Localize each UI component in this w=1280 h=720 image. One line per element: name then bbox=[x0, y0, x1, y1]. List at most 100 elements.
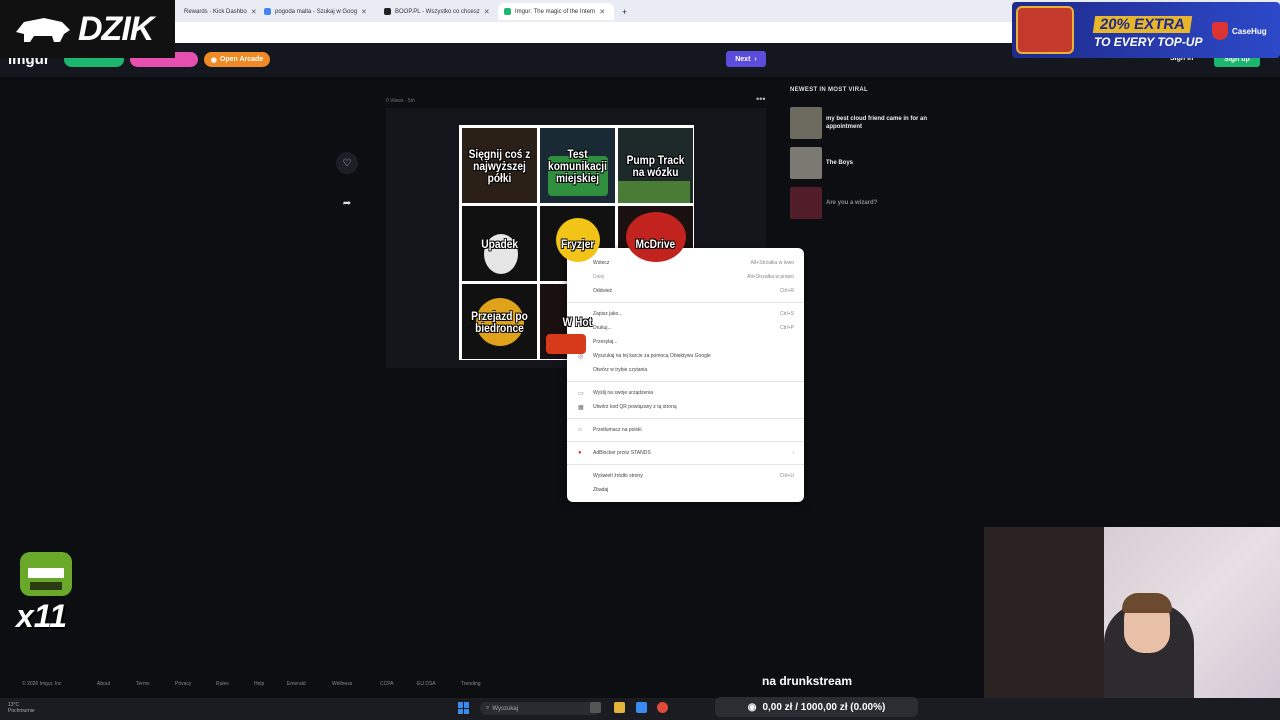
new-tab-button[interactable]: + bbox=[616, 3, 630, 20]
gamepad-icon: ◉ bbox=[210, 56, 217, 64]
menu-item-back[interactable]: Wstecz Alt+Strzałka w lewo bbox=[567, 256, 804, 270]
menu-item-print[interactable]: Drukuj... Ctrl+P bbox=[567, 321, 804, 335]
stream-label: na drunkstream bbox=[762, 674, 853, 688]
menu-label: Zbadaj bbox=[593, 487, 609, 493]
cell-caption: Sięgnij coś z najwyższej półki bbox=[468, 146, 531, 185]
close-icon[interactable]: ✕ bbox=[484, 8, 490, 16]
webcam-shelf bbox=[984, 527, 1104, 720]
menu-item-forward[interactable]: Dalej Alt+Strzałka w prawo bbox=[567, 270, 804, 284]
sidebar-post-title: my best cloud friend came in for an appo… bbox=[826, 116, 928, 130]
tab-imgur[interactable]: Imgur: The magic of the Intern ✕ bbox=[498, 3, 614, 20]
menu-item-adblocker[interactable]: ● AdBlocker przez STANDS › bbox=[567, 446, 804, 460]
tab-boop[interactable]: BOOP.PL - Wszystko co chcesz ✕ bbox=[378, 3, 496, 20]
footer-link-emerald[interactable]: Emerald bbox=[287, 681, 306, 687]
menu-label: Odśwież bbox=[593, 288, 613, 294]
menu-label: Otwórz w trybie czytania bbox=[593, 367, 648, 373]
menu-divider bbox=[567, 441, 804, 442]
open-arcade-label: Open Arcade bbox=[219, 56, 264, 63]
menu-label: Wyszukaj na tej karcie za pomocą Obiekty… bbox=[593, 353, 711, 359]
imgur-icon bbox=[504, 8, 511, 15]
sidebar-title: NEWEST IN MOST VIRAL bbox=[790, 87, 868, 93]
favorite-button[interactable]: ♡ bbox=[336, 152, 358, 174]
menu-label: Drukuj... bbox=[593, 325, 612, 331]
open-arcade-button[interactable]: ◉ Open Arcade bbox=[204, 52, 270, 67]
menu-item-reload[interactable]: Odśwież Ctrl+R bbox=[567, 284, 804, 298]
tab-label: pogoda malta - Szukaj w Goog bbox=[275, 8, 358, 15]
boop-icon bbox=[384, 8, 391, 15]
translate-icon: ⌂ bbox=[578, 427, 582, 433]
close-icon[interactable]: ✕ bbox=[599, 8, 605, 16]
taskbar-search[interactable]: ⌕ Wyszukaj bbox=[480, 702, 600, 715]
image-cell: Test komunikacji miejskiej bbox=[540, 128, 615, 203]
sidebar-post-title: Are you a wizard? bbox=[826, 200, 878, 206]
footer-link-trending[interactable]: Trending bbox=[461, 681, 481, 687]
menu-shortcut: Ctrl+R bbox=[779, 288, 794, 294]
image-cell: Sięgnij coś z najwyższej półki bbox=[462, 128, 537, 203]
menu-item-cast[interactable]: Przesyłaj... bbox=[567, 335, 804, 349]
post-thumbnail bbox=[790, 147, 822, 179]
close-icon[interactable]: ✕ bbox=[251, 8, 257, 16]
share-button[interactable]: ➦ bbox=[336, 192, 358, 214]
sidebar-post[interactable]: The Boys bbox=[790, 147, 940, 179]
ad-brand-label: CaseHug bbox=[1232, 26, 1267, 36]
next-button[interactable]: Next › bbox=[726, 51, 766, 67]
close-icon[interactable]: ✕ bbox=[361, 8, 367, 16]
menu-item-send-to-devices[interactable]: ▭ Wyślij na swoje urządzenia bbox=[567, 386, 804, 400]
menu-shortcut: Ctrl+U bbox=[779, 473, 794, 479]
menu-divider bbox=[567, 464, 804, 465]
tab-google[interactable]: pogoda malta - Szukaj w Goog ✕ bbox=[258, 3, 376, 20]
chrome-icon[interactable] bbox=[657, 702, 668, 713]
tab-kick[interactable]: Rewards · Kick Dashbo ✕ bbox=[178, 3, 258, 20]
file-explorer-icon[interactable] bbox=[614, 702, 625, 713]
image-cell: Upadek bbox=[462, 206, 537, 281]
menu-item-inspect[interactable]: Zbadaj bbox=[567, 483, 804, 497]
footer-link-ccpa[interactable]: CCPA bbox=[380, 681, 394, 687]
search-icon: ⌕ bbox=[486, 705, 490, 711]
menu-item-google-lens[interactable]: ◎ Wyszukaj na tej karcie za pomocą Obiekt… bbox=[567, 349, 804, 363]
sidebar-post[interactable]: Are you a wizard? bbox=[790, 187, 940, 219]
image-cell: Pump Track na wózku bbox=[618, 128, 693, 203]
heart-icon: ♡ bbox=[342, 157, 352, 169]
menu-label: AdBlocker przez STANDS bbox=[593, 450, 651, 456]
menu-label: Przetłumacz na polski bbox=[593, 427, 642, 433]
tab-label: Imgur: The magic of the Intern bbox=[515, 8, 596, 15]
menu-shortcut: Alt+Strzałka w prawo bbox=[747, 274, 794, 280]
footer-link-about[interactable]: About bbox=[97, 681, 110, 687]
menu-item-qr-code[interactable]: ▦ Utwórz kod QR powiązany z tą stroną bbox=[567, 400, 804, 414]
adblocker-icon: ● bbox=[578, 450, 582, 456]
qr-code-icon: ▦ bbox=[578, 404, 584, 411]
search-placeholder: Wyszukaj bbox=[492, 705, 518, 712]
chevron-right-icon: › bbox=[754, 55, 757, 63]
menu-label: Utwórz kod QR powiązany z tą stroną bbox=[593, 404, 677, 410]
task-view-icon[interactable] bbox=[590, 702, 601, 713]
footer-link-help[interactable]: Help bbox=[254, 681, 264, 687]
weather-widget[interactable]: 13°C Pochmurnie bbox=[8, 702, 35, 714]
post-thumbnail bbox=[790, 107, 822, 139]
menu-label: Zapisz jako... bbox=[593, 311, 623, 317]
submenu-chevron-icon: › bbox=[792, 450, 794, 456]
edge-icon[interactable] bbox=[636, 702, 647, 713]
sidebar-post[interactable]: my best cloud friend came in for an appo… bbox=[790, 107, 940, 139]
footer-link-privacy[interactable]: Privacy bbox=[175, 681, 191, 687]
tab-label: Rewards · Kick Dashbo bbox=[184, 8, 247, 15]
footer-copyright: © 2026 Imgur, Inc bbox=[22, 681, 62, 687]
donation-icon: ◉ bbox=[747, 701, 757, 713]
menu-item-reading-mode[interactable]: Otwórz w trybie czytania bbox=[567, 363, 804, 377]
ad-banner[interactable]: 20% EXTRA TO EVERY TOP-UP CaseHug bbox=[1012, 2, 1280, 58]
windows-start-icon[interactable] bbox=[458, 702, 470, 714]
footer-link-wellness[interactable]: Wellness bbox=[332, 681, 352, 687]
menu-item-save-as[interactable]: Zapisz jako... Ctrl+S bbox=[567, 307, 804, 321]
menu-item-view-source[interactable]: Wyświetl źródło strony Ctrl+U bbox=[567, 469, 804, 483]
footer-link-eu-dsa[interactable]: EU DSA bbox=[417, 681, 436, 687]
devices-icon: ▭ bbox=[578, 390, 584, 397]
donation-counter-text: 0,00 zł / 1000,00 zł (0.00%) bbox=[762, 701, 886, 713]
menu-label: Dalej bbox=[593, 274, 605, 280]
more-options-icon[interactable]: ••• bbox=[756, 94, 765, 104]
webcam-hair bbox=[1122, 593, 1172, 613]
cell-caption: McDrive bbox=[635, 236, 676, 251]
footer-link-rules[interactable]: Rules bbox=[216, 681, 229, 687]
cell-caption: Test komunikacji miejskiej bbox=[548, 146, 607, 185]
menu-divider bbox=[567, 381, 804, 382]
menu-item-translate[interactable]: ⌂ Przetłumacz na polski bbox=[567, 423, 804, 437]
footer-link-terms[interactable]: Terms bbox=[136, 681, 150, 687]
